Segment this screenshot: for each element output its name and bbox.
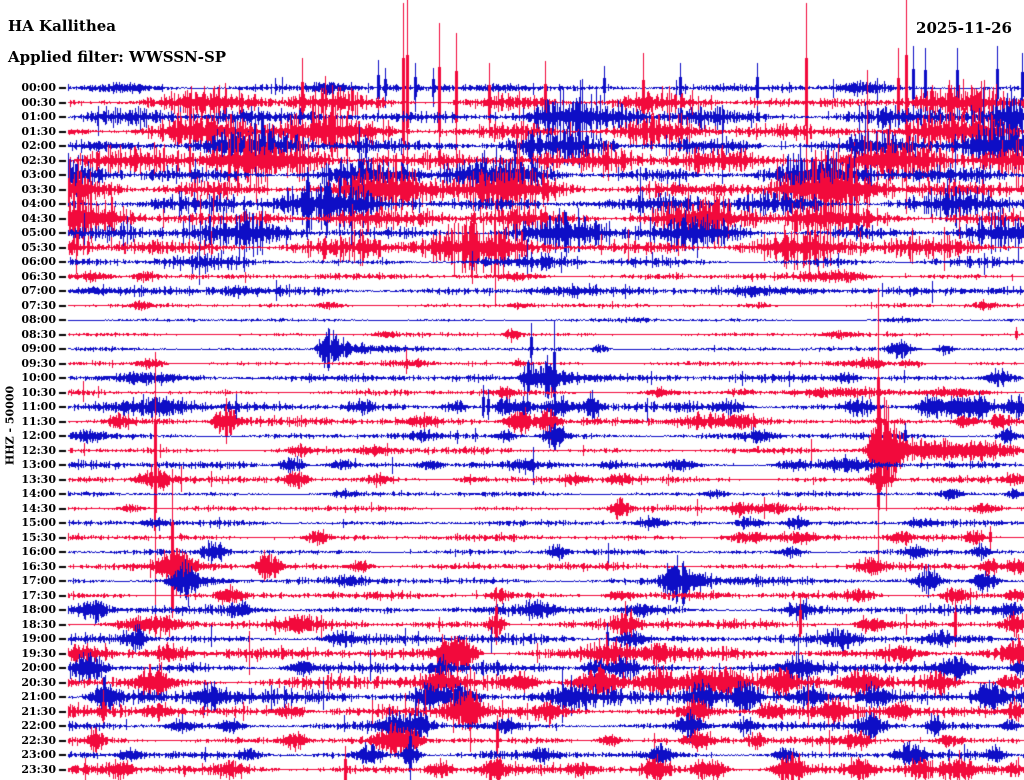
time-label: 10:30 [21, 385, 56, 399]
time-label: 03:00 [21, 168, 56, 181]
time-label: 12:30 [21, 443, 56, 457]
time-label: 10:00 [21, 371, 56, 384]
time-label: 04:30 [21, 211, 56, 225]
time-label: 11:00 [21, 400, 56, 413]
time-label: 22:00 [21, 719, 56, 732]
time-label: 21:00 [21, 690, 56, 703]
time-label: 14:00 [21, 487, 56, 500]
time-label: 03:30 [21, 182, 56, 196]
time-label: 09:30 [21, 356, 56, 370]
helicorder-page: HA Kallithea Applied filter: WWSSN-SP 20… [0, 0, 1024, 780]
time-label: 05:30 [21, 240, 56, 254]
time-label: 06:00 [21, 255, 56, 268]
time-label: 15:30 [21, 530, 56, 544]
time-label: 00:30 [21, 95, 56, 109]
time-label: 16:00 [21, 545, 56, 558]
time-label: 04:00 [21, 197, 56, 210]
time-label: 08:30 [21, 327, 56, 341]
time-label: 19:00 [21, 632, 56, 645]
station-title: HA Kallithea [8, 17, 116, 35]
time-label: 08:00 [21, 313, 56, 326]
time-label: 06:30 [21, 269, 56, 283]
date-label: 2025-11-26 [916, 19, 1012, 37]
time-label: 21:30 [21, 704, 56, 718]
time-label: 20:30 [21, 675, 56, 689]
time-label: 02:00 [21, 139, 56, 152]
time-label: 12:00 [21, 429, 56, 442]
time-label: 07:00 [21, 284, 56, 297]
time-label: 17:00 [21, 574, 56, 587]
filter-label: Applied filter: WWSSN-SP [8, 48, 227, 66]
time-label: 23:30 [21, 762, 56, 776]
time-label: 01:30 [21, 124, 56, 138]
time-label: 11:30 [21, 414, 56, 428]
time-label: 17:30 [21, 588, 56, 602]
time-label: 23:00 [21, 748, 56, 761]
time-label: 02:30 [21, 153, 56, 167]
time-label: 01:00 [21, 110, 56, 123]
time-label: 16:30 [21, 559, 56, 573]
time-label: 13:30 [21, 472, 56, 486]
time-label: 15:00 [21, 516, 56, 529]
time-label: 13:00 [21, 458, 56, 471]
time-label: 18:00 [21, 603, 56, 616]
time-label: 14:30 [21, 501, 56, 515]
time-label: 05:00 [21, 226, 56, 239]
time-label: 18:30 [21, 617, 56, 631]
time-label: 20:00 [21, 661, 56, 674]
time-label: 09:00 [21, 342, 56, 355]
time-label: 19:30 [21, 646, 56, 660]
time-label: 22:30 [21, 733, 56, 747]
time-label: 07:30 [21, 298, 56, 312]
time-label: 00:00 [21, 81, 56, 94]
helicorder-canvas [0, 0, 1024, 780]
